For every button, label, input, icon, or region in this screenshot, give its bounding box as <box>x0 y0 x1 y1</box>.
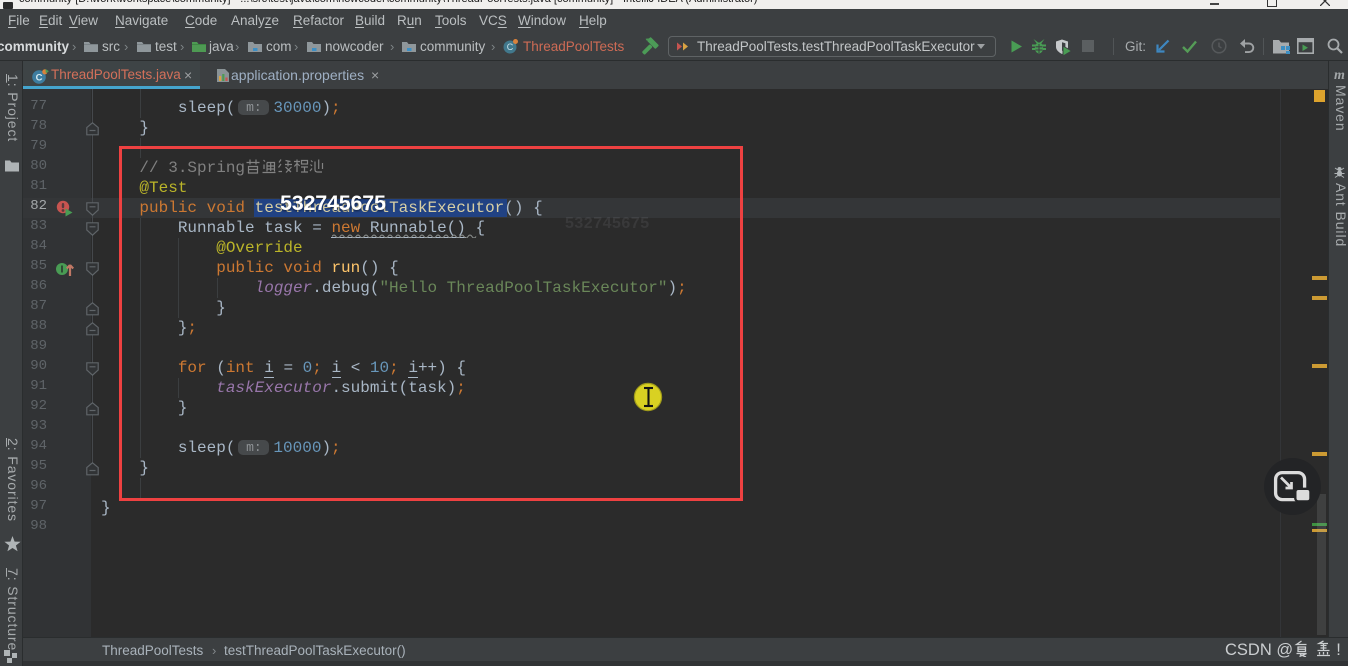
svg-text:C: C <box>36 73 43 84</box>
svg-text:C: C <box>507 42 514 52</box>
